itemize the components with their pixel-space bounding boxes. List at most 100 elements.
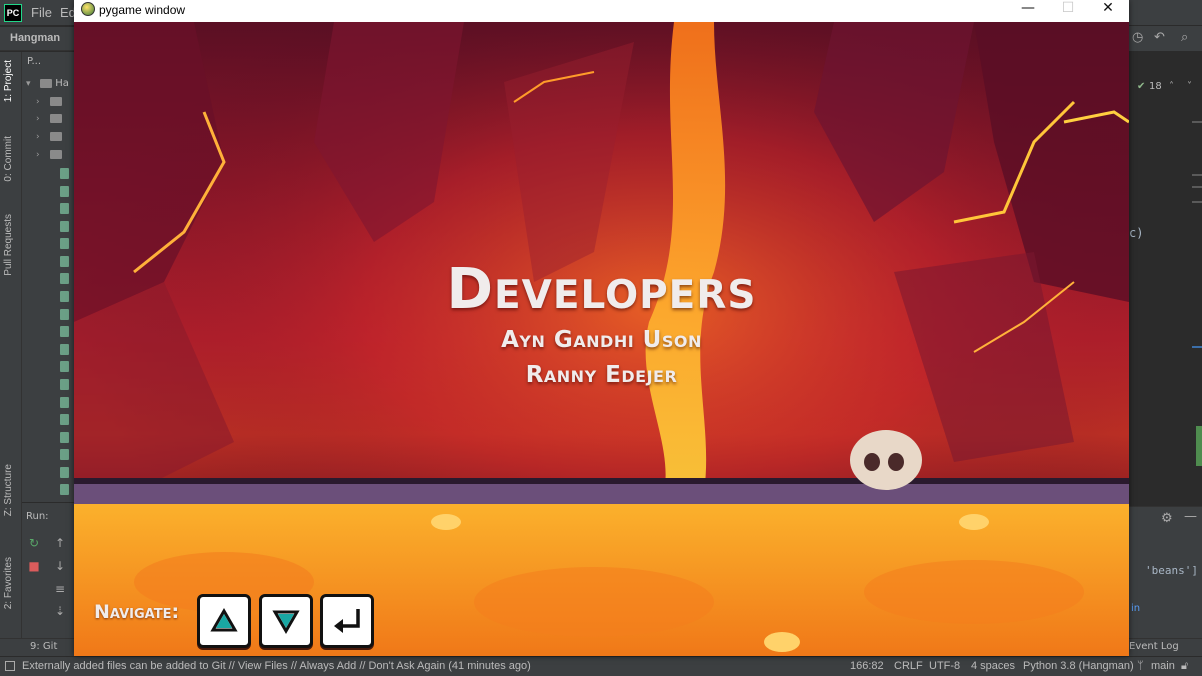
tree-folder[interactable]: › (36, 149, 62, 165)
gutter-mark (1192, 346, 1202, 348)
file-icon[interactable] (60, 432, 69, 443)
revert-icon[interactable]: ↶ (1154, 30, 1165, 45)
file-icon[interactable] (60, 309, 69, 320)
file-icon[interactable] (60, 291, 69, 302)
enter-icon (334, 609, 360, 633)
gutter-mark (1192, 121, 1202, 123)
lock-icon[interactable]: 🔓︎ (1181, 660, 1188, 673)
gutter-mark (1196, 426, 1202, 466)
tree-folder[interactable]: › (36, 131, 62, 147)
file-icon[interactable] (60, 361, 69, 372)
up-arrow-icon (210, 608, 238, 632)
stop-icon[interactable]: ■ (26, 558, 42, 574)
minimize-button[interactable]: — (1008, 0, 1048, 18)
line-separator[interactable]: CRLF (894, 660, 923, 672)
file-icon[interactable] (60, 397, 69, 408)
file-icon[interactable] (60, 203, 69, 214)
tab-git[interactable]: 9: Git (30, 641, 57, 652)
window-title: pygame window (99, 3, 186, 17)
file-icon[interactable] (60, 379, 69, 390)
gear-icon[interactable]: ⚙ (1161, 511, 1173, 526)
minimize-panel-icon[interactable]: — (1184, 509, 1197, 524)
project-tree: P... ▾ Ha › › › › (22, 52, 74, 502)
pygame-snake-icon (81, 2, 95, 16)
menu-file[interactable]: File (31, 5, 52, 20)
developer-name: Ayn Gandhi Uson (501, 327, 702, 353)
tab-commit[interactable]: 0: Commit (3, 136, 14, 182)
gutter-mark (1192, 201, 1202, 203)
run-panel: Run: ↻ ↑ ■ ↓ ≡ ⇣ (22, 502, 74, 638)
up-key-button[interactable] (197, 594, 251, 648)
gutter-mark (1192, 186, 1202, 188)
soft-wrap-icon[interactable]: ≡ (52, 581, 68, 597)
chevron-up-icon[interactable]: ˄ (1169, 81, 1174, 92)
file-icon[interactable] (60, 221, 69, 232)
pycharm-logo-icon: PC (4, 4, 22, 22)
file-icon[interactable] (60, 414, 69, 425)
window-titlebar[interactable]: pygame window — ☐ ✕ (74, 0, 1129, 22)
breadcrumb[interactable]: Hangman (10, 32, 60, 44)
editor-right-edge: ◷ ↶ ⌕ ✔ 18 ˄ ˅ c) ⚙ — 'beans'] in (1129, 26, 1202, 638)
scroll-up-icon[interactable]: ↑ (52, 535, 68, 551)
right-bottom-panel: ⚙ — 'beans'] in (1129, 506, 1202, 638)
code-fragment: c) (1129, 226, 1144, 240)
status-message[interactable]: Externally added files can be added to G… (22, 660, 531, 672)
file-icon[interactable] (60, 273, 69, 284)
file-icon[interactable] (60, 238, 69, 249)
folder-icon (50, 113, 62, 123)
file-icon[interactable] (60, 256, 69, 267)
file-encoding[interactable]: UTF-8 (929, 660, 960, 672)
down-key-button[interactable] (259, 594, 313, 648)
down-arrow-icon (272, 610, 300, 634)
file-icon[interactable] (60, 326, 69, 337)
folder-icon (50, 149, 62, 159)
right-toolbar: ◷ ↶ ⌕ (1129, 26, 1202, 51)
file-icon[interactable] (60, 168, 69, 179)
check-icon: ✔ (1137, 81, 1146, 92)
tree-root-label: Ha (55, 78, 69, 89)
folder-icon (40, 78, 52, 88)
console-link[interactable]: in (1131, 603, 1140, 614)
tree-root[interactable]: ▾ Ha (26, 78, 69, 94)
tab-favorites[interactable]: 2: Favorites (3, 557, 14, 609)
tab-event-log[interactable]: Event Log (1129, 641, 1179, 652)
credits-title: Developers (446, 257, 757, 322)
enter-key-button[interactable] (320, 594, 374, 648)
search-icon[interactable]: ⌕ (1181, 30, 1188, 45)
python-interpreter[interactable]: Python 3.8 (Hangman) (1023, 660, 1134, 672)
developer-name: Ranny Edejer (525, 362, 678, 388)
git-branch[interactable]: main (1151, 660, 1175, 672)
history-icon[interactable]: ◷ (1132, 30, 1143, 45)
tree-folder[interactable]: › (36, 96, 62, 112)
maximize-button: ☐ (1061, 0, 1075, 16)
credits-block: Developers Ayn Gandhi Uson Ranny Edejer (74, 257, 1129, 393)
rerun-icon[interactable]: ↻ (26, 535, 42, 551)
scroll-down-icon[interactable]: ↓ (52, 558, 68, 574)
project-view-selector[interactable]: P... (27, 56, 41, 67)
tab-structure[interactable]: Z: Structure (3, 464, 14, 516)
cursor-position[interactable]: 166:82 (850, 660, 884, 672)
tab-pull-requests[interactable]: Pull Requests (3, 214, 14, 276)
navigate-label: Navigate: (94, 601, 180, 623)
file-icon[interactable] (60, 186, 69, 197)
file-icon[interactable] (60, 467, 69, 478)
indent-setting[interactable]: 4 spaces (971, 660, 1015, 672)
git-branch-icon: ᛘ (1137, 660, 1144, 672)
gutter-mark (1192, 174, 1202, 176)
tree-folder[interactable]: › (36, 113, 62, 129)
pygame-window: pygame window — ☐ ✕ Developers Ayn Gandh… (74, 0, 1129, 656)
tab-project[interactable]: 1: Project (3, 60, 14, 102)
scroll-end-icon[interactable]: ⇣ (52, 603, 68, 619)
file-icon[interactable] (60, 344, 69, 355)
status-bar: Externally added files can be added to G… (0, 656, 1202, 676)
game-canvas[interactable]: Developers Ayn Gandhi Uson Ranny Edejer … (74, 22, 1129, 656)
close-button[interactable]: ✕ (1088, 0, 1128, 18)
chevron-down-icon[interactable]: ˅ (1187, 81, 1192, 92)
run-label: Run: (26, 511, 49, 522)
status-toggle-icon[interactable] (5, 661, 15, 671)
console-fragment: 'beans'] (1145, 564, 1198, 577)
file-icon[interactable] (60, 449, 69, 460)
file-icon[interactable] (60, 484, 69, 495)
folder-icon (50, 131, 62, 141)
inspection-count[interactable]: 18 (1149, 81, 1162, 92)
